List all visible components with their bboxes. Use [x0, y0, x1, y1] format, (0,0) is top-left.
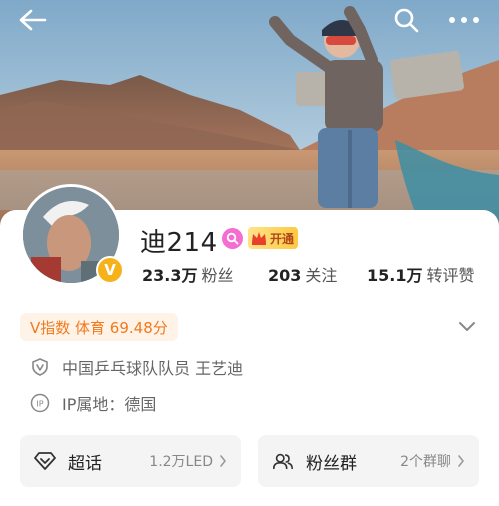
search-button[interactable]: [386, 2, 426, 38]
following-label: 关注: [305, 266, 338, 285]
supertopic-meta: 1.2万LED: [149, 451, 227, 471]
more-icon: [449, 17, 479, 23]
fans-count: 23.3万: [142, 266, 198, 285]
diamond-icon: [34, 450, 56, 472]
following-stat[interactable]: 203 关注: [268, 262, 337, 286]
engagement-label: 转评赞: [426, 266, 475, 285]
verified-badge: V: [96, 256, 124, 284]
magnifier-badge-icon: [226, 232, 239, 245]
fan-group-icon: [272, 450, 294, 472]
engagement-count: 15.1万: [367, 266, 423, 285]
supertopic-title: 超话: [68, 453, 102, 474]
fans-label: 粉丝: [201, 266, 234, 285]
chevron-right-icon: [220, 455, 226, 467]
profile-name: 迪214: [140, 228, 218, 258]
member-badge[interactable]: [222, 228, 243, 249]
avatar-container[interactable]: V: [20, 184, 124, 286]
supertopic-value: 1.2万LED: [149, 454, 213, 470]
fan-group-meta: 2个群聊: [400, 451, 465, 471]
back-arrow-icon: [19, 9, 47, 31]
back-button[interactable]: [12, 2, 52, 38]
verification-row: 中国乒乓球队队员 王艺迪: [30, 355, 243, 379]
supertopic-tile[interactable]: 超话 1.2万LED: [20, 435, 241, 487]
svg-text:IP: IP: [36, 400, 43, 409]
fan-group-value: 2个群聊: [400, 454, 451, 470]
vip-open-badge[interactable]: 开通: [248, 227, 298, 249]
crown-icon: [252, 232, 266, 245]
more-button[interactable]: [444, 2, 484, 38]
chevron-right-icon: [458, 455, 464, 467]
ip-location-text: IP属地：德国: [62, 395, 157, 414]
fan-group-tile[interactable]: 粉丝群 2个群聊: [258, 435, 479, 487]
following-count: 203: [268, 266, 302, 285]
ip-location-row: IP IP属地：德国: [30, 391, 156, 415]
v-index-badge[interactable]: V指数 体育 69.48分: [20, 313, 178, 341]
ip-icon: IP: [30, 393, 50, 413]
fan-group-title: 粉丝群: [306, 453, 357, 474]
expand-button[interactable]: [458, 317, 476, 336]
verification-text: 中国乒乓球队队员 王艺迪: [62, 359, 244, 378]
vip-open-label: 开通: [270, 231, 295, 246]
search-icon: [394, 8, 419, 33]
chevron-down-icon: [459, 322, 475, 331]
fans-stat[interactable]: 23.3万 粉丝: [142, 262, 234, 286]
shield-icon: [30, 357, 50, 377]
engagement-stat[interactable]: 15.1万 转评赞: [367, 262, 475, 286]
